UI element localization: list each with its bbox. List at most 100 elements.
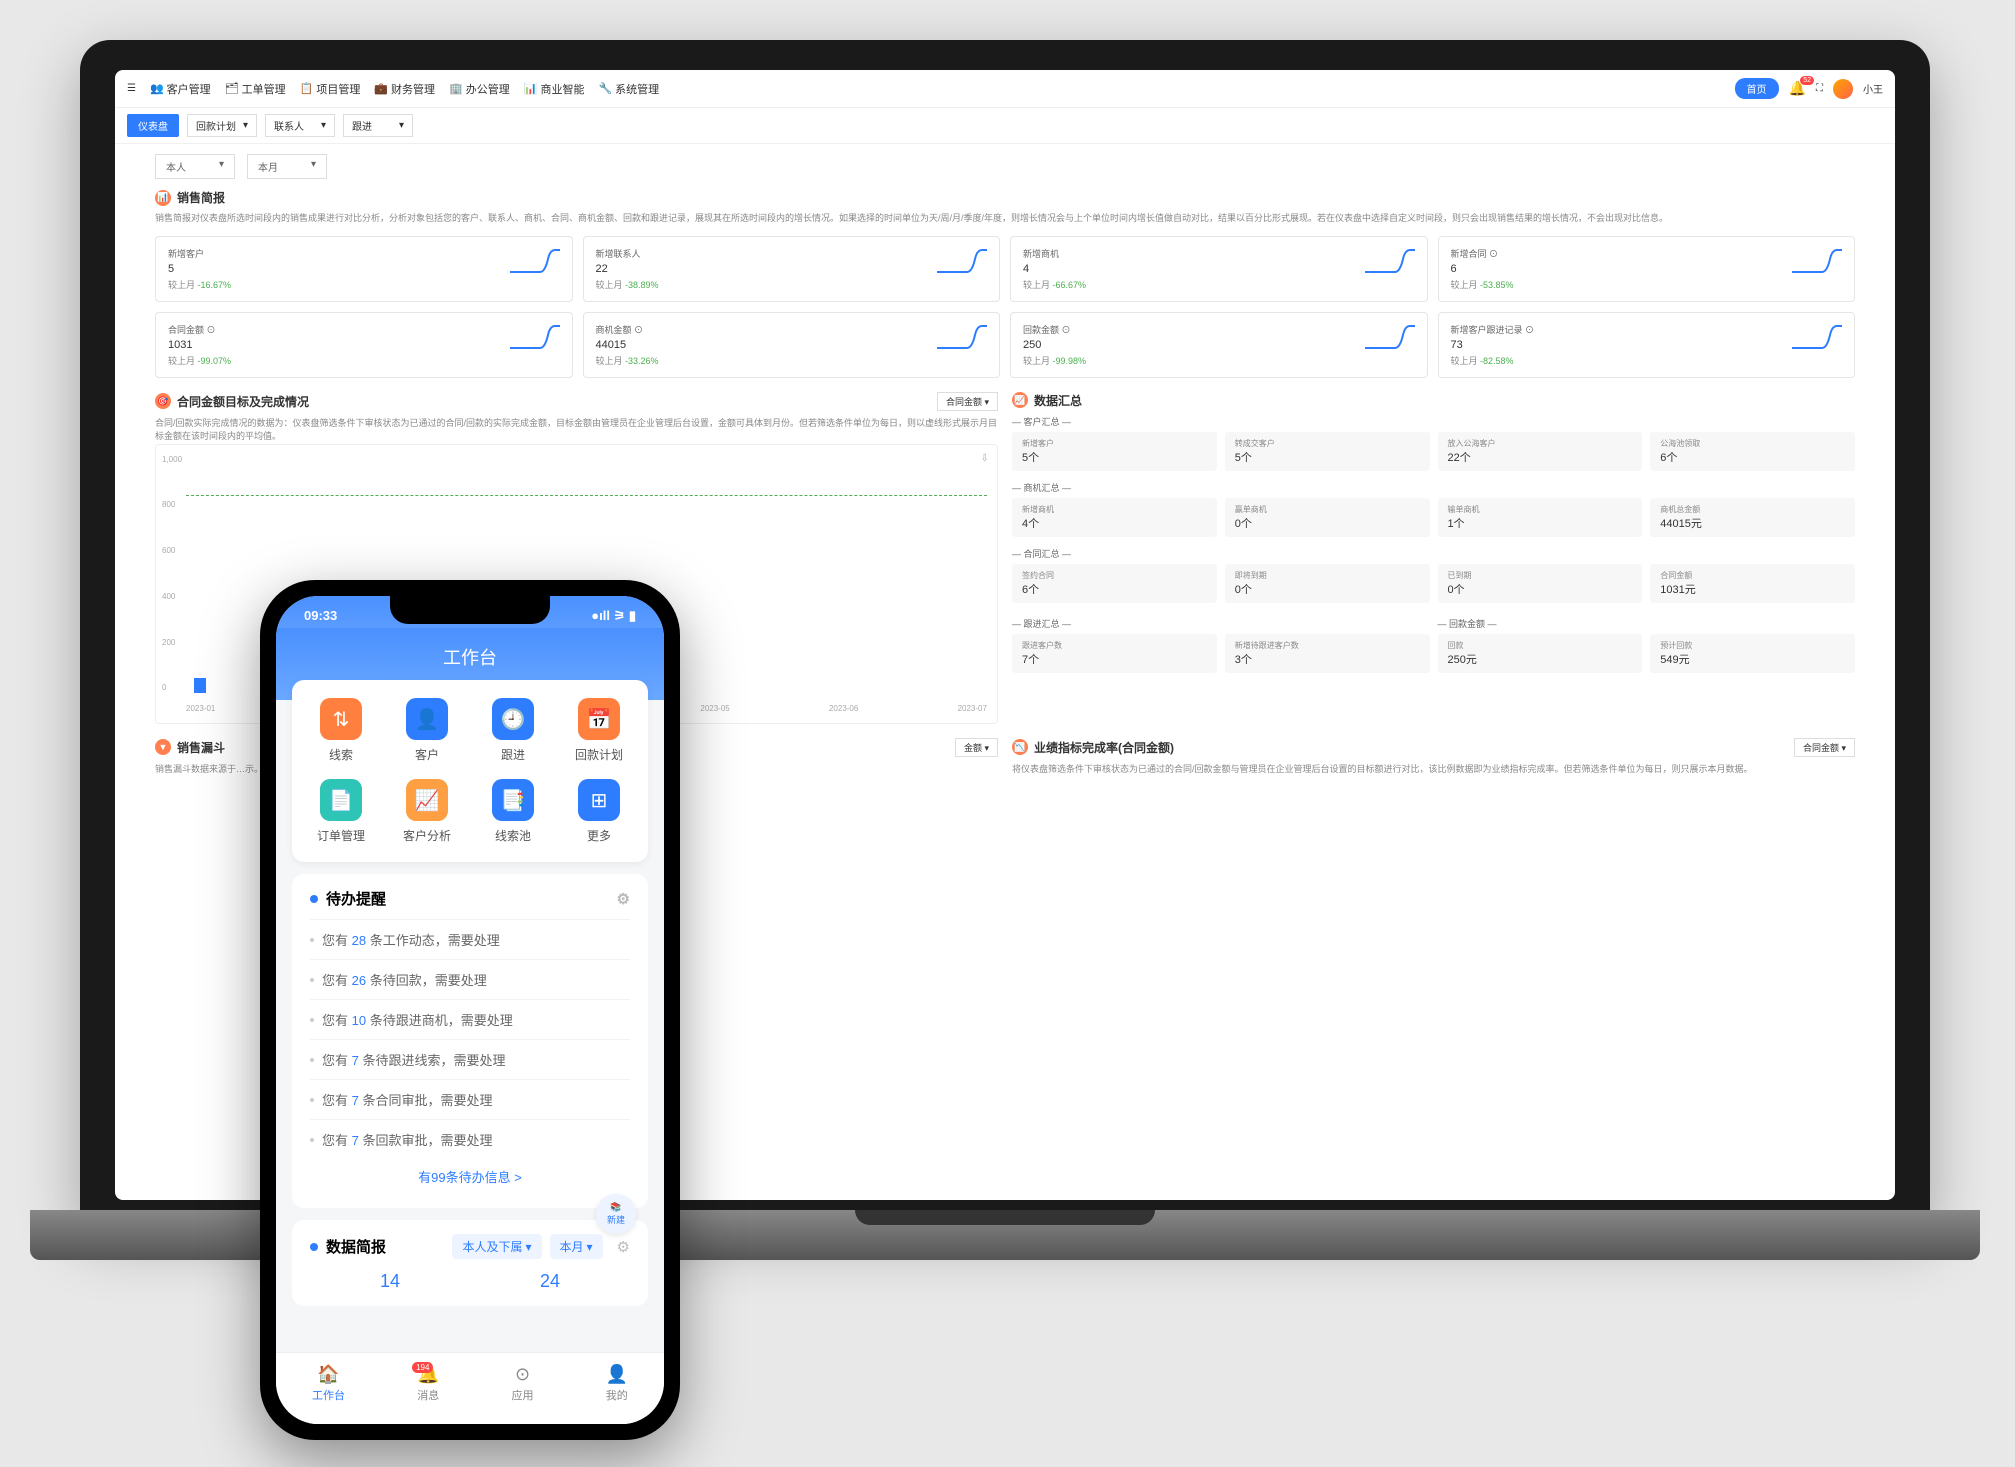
download-icon[interactable]: ⇩	[981, 453, 989, 464]
target-select[interactable]: 合同金额 ▾	[937, 392, 998, 411]
summary-card[interactable]: 赢单商机0个	[1225, 498, 1430, 537]
todo-item[interactable]: 您有 7 条待跟进线索，需要处理	[310, 1039, 630, 1079]
todo-item[interactable]: 您有 26 条待回款，需要处理	[310, 959, 630, 999]
stat-card[interactable]: 新增客户跟进记录 ⊙73较上月 -82.58%	[1438, 312, 1856, 378]
summary-card[interactable]: 已到期0个	[1438, 564, 1643, 603]
summary-card[interactable]: 商机总金额44015元	[1650, 498, 1855, 537]
brief-period-pill[interactable]: 本月 ▾	[550, 1234, 603, 1259]
app-icon: ⇅	[320, 698, 362, 740]
filter-row: 本人▾ 本月▾	[115, 144, 1895, 189]
stat-card[interactable]: 新增联系人22较上月 -38.89%	[583, 236, 1001, 302]
stat-value: 44015	[596, 339, 659, 351]
expand-icon[interactable]: ⛶	[1816, 83, 1823, 94]
todo-item[interactable]: 您有 28 条工作动态，需要处理	[310, 919, 630, 959]
bell-icon[interactable]: 🔔52	[1789, 80, 1806, 97]
app-label: 订单管理	[317, 827, 365, 844]
tabbar-item[interactable]: 🔔消息194	[417, 1364, 439, 1403]
tab-icon: ⊙	[515, 1364, 530, 1385]
stat-card[interactable]: 新增商机4较上月 -66.67%	[1010, 236, 1428, 302]
nav-project[interactable]: 📋项目管理	[300, 81, 361, 97]
summary-card[interactable]: 输单商机1个	[1438, 498, 1643, 537]
stat-card[interactable]: 回款金额 ⊙250较上月 -99.98%	[1010, 312, 1428, 378]
summary-icon: 📈	[1012, 392, 1028, 408]
summary-group-label: — 客户汇总 —	[1012, 415, 1855, 428]
summary-card[interactable]: 预计回款549元	[1650, 634, 1855, 673]
nav-workorder[interactable]: 🗂工单管理	[225, 81, 286, 97]
filter-period[interactable]: 本月▾	[247, 154, 327, 179]
summary-card[interactable]: 即将到期0个	[1225, 564, 1430, 603]
tabbar-item[interactable]: 🏠工作台	[312, 1364, 345, 1403]
stat-card[interactable]: 合同金额 ⊙1031较上月 -99.07%	[155, 312, 573, 378]
summary-card[interactable]: 放入公海客户22个	[1438, 432, 1643, 471]
tab-icon: 🏠	[317, 1364, 339, 1385]
summary-card[interactable]: 新增客户5个	[1012, 432, 1217, 471]
stat-card[interactable]: 新增客户5较上月 -16.67%	[155, 236, 573, 302]
tab-payment-plan[interactable]: 回款计划▾	[187, 114, 257, 137]
todo-item[interactable]: 您有 10 条待跟进商机，需要处理	[310, 999, 630, 1039]
tab-dashboard[interactable]: 仪表盘	[127, 114, 179, 137]
phone-screen: 09:33 ●ıll ⚞ ▮ 工作台 ⇅线索👤客户🕘跟进📅回款计划📄订单管理📈客…	[276, 596, 664, 1424]
tab-followup[interactable]: 跟进▾	[343, 114, 413, 137]
sparkline-icon	[1792, 247, 1842, 277]
nav-customer[interactable]: 👥客户管理	[150, 81, 211, 97]
brief-scope-pill[interactable]: 本人及下属 ▾	[452, 1234, 541, 1259]
app-item[interactable]: 📅回款计划	[558, 698, 640, 763]
avatar[interactable]	[1833, 79, 1853, 99]
summary-card[interactable]: 回款250元	[1438, 634, 1643, 673]
app-item[interactable]: 📑线索池	[472, 779, 554, 844]
brief-num-2: 24	[540, 1271, 560, 1292]
phone-signal-icon: ●ıll ⚞ ▮	[591, 608, 636, 624]
summary-card[interactable]: 公海池领取6个	[1650, 432, 1855, 471]
stat-delta: 较上月 -99.98%	[1023, 354, 1086, 367]
nav-finance[interactable]: 💼财务管理	[374, 81, 435, 97]
summary-card[interactable]: 新增商机4个	[1012, 498, 1217, 537]
app-label: 跟进	[501, 746, 525, 763]
sparkline-icon	[1365, 323, 1415, 353]
stat-delta: 较上月 -99.07%	[168, 354, 231, 367]
perf-select[interactable]: 合同金额 ▾	[1794, 738, 1855, 757]
nav-system[interactable]: 🔧系统管理	[598, 81, 659, 97]
tab-contacts[interactable]: 联系人▾	[265, 114, 335, 137]
app-item[interactable]: 🕘跟进	[472, 698, 554, 763]
stack-icon: 📚	[610, 1202, 621, 1213]
fab-new[interactable]: 📚 新建	[596, 1194, 636, 1234]
gear-icon[interactable]: ⚙	[617, 890, 630, 908]
gear-icon[interactable]: ⚙	[617, 1238, 630, 1256]
sparkline-icon	[937, 247, 987, 277]
app-icon: 📅	[578, 698, 620, 740]
data-brief-panel: 数据简报 本人及下属 ▾ 本月 ▾ ⚙ 14 24	[292, 1220, 648, 1306]
stat-delta: 较上月 -16.67%	[168, 278, 231, 291]
phone-time: 09:33	[304, 608, 337, 624]
stat-label: 回款金额 ⊙	[1023, 323, 1086, 336]
app-item[interactable]: 👤客户	[386, 698, 468, 763]
summary-card[interactable]: 新增待跟进客户数3个	[1225, 634, 1430, 673]
app-label: 客户分析	[403, 827, 451, 844]
app-item[interactable]: ⇅线索	[300, 698, 382, 763]
tabbar-item[interactable]: 👤我的	[606, 1364, 628, 1403]
app-icon: 📄	[320, 779, 362, 821]
funnel-select[interactable]: 金额 ▾	[955, 738, 998, 757]
funnel-title: 销售漏斗	[177, 739, 225, 756]
tabs-row: 仪表盘 回款计划▾ 联系人▾ 跟进▾	[115, 108, 1895, 144]
todo-dot-icon	[310, 895, 318, 903]
phone-notch	[390, 596, 550, 624]
nav-office[interactable]: 🏢办公管理	[449, 81, 510, 97]
stat-card[interactable]: 商机金额 ⊙44015较上月 -33.26%	[583, 312, 1001, 378]
tabbar-item[interactable]: ⊙应用	[512, 1364, 534, 1403]
todo-item[interactable]: 您有 7 条合同审批，需要处理	[310, 1079, 630, 1119]
todo-more-link[interactable]: 有99条待办信息 >	[310, 1159, 630, 1194]
home-button[interactable]: 首页	[1735, 78, 1779, 99]
app-item[interactable]: ⊞更多	[558, 779, 640, 844]
menu-icon[interactable]: ☰	[127, 83, 136, 94]
todo-item[interactable]: 您有 7 条回款审批，需要处理	[310, 1119, 630, 1159]
app-item[interactable]: 📈客户分析	[386, 779, 468, 844]
panel-performance: 📉 业绩指标完成率(合同金额) 合同金额 ▾ 将仪表盘筛选条件下审核状态为已通过…	[1012, 738, 1855, 777]
summary-card[interactable]: 转成交客户5个	[1225, 432, 1430, 471]
app-item[interactable]: 📄 订单管理	[300, 779, 382, 844]
nav-bi[interactable]: 📊商业智能	[524, 81, 585, 97]
stat-card[interactable]: 新增合同 ⊙6较上月 -53.85%	[1438, 236, 1856, 302]
summary-card[interactable]: 签约合同6个	[1012, 564, 1217, 603]
filter-scope[interactable]: 本人▾	[155, 154, 235, 179]
summary-card[interactable]: 跟进客户数7个	[1012, 634, 1217, 673]
summary-card[interactable]: 合同金额1031元	[1650, 564, 1855, 603]
